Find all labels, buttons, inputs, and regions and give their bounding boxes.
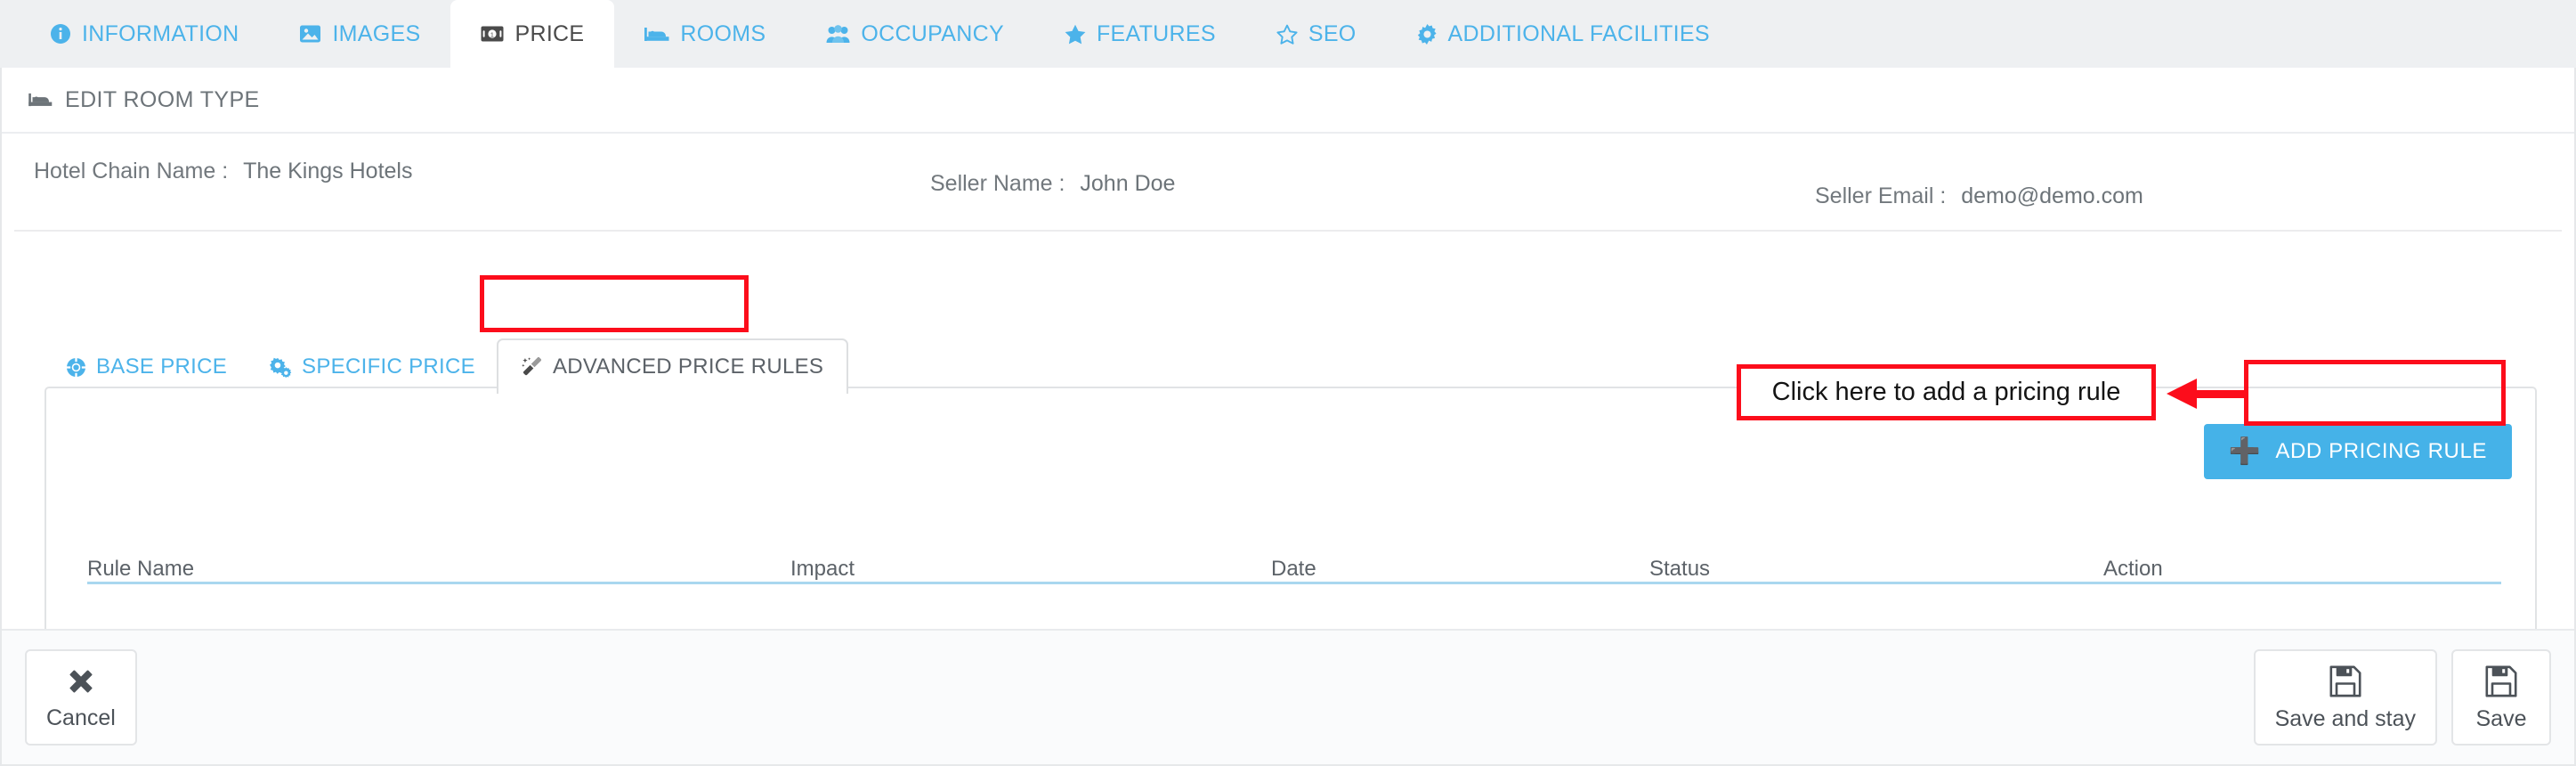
footer-right-actions: Save and stay Save (2253, 649, 2551, 746)
lifebuoy-icon (66, 356, 86, 378)
info-circle-icon (50, 23, 71, 45)
sub-tab-specific-price[interactable]: SPECIFIC PRICE (248, 340, 497, 394)
column-header-action: Action (2103, 557, 2163, 581)
tab-label: PRICE (514, 20, 585, 46)
star-icon (1065, 24, 1086, 45)
hotel-chain-name-label: Hotel Chain Name : (34, 159, 229, 183)
sub-tab-base-price[interactable]: BASE PRICE (45, 340, 248, 394)
hotel-chain-name-value: The Kings Hotels (243, 159, 413, 183)
edit-room-type-card: EDIT ROOM TYPE Hotel Chain Name : The Ki… (0, 68, 2576, 766)
plus-icon: ➕ (2228, 436, 2262, 466)
arrow-left-icon (2167, 379, 2197, 409)
tab-label: SEO (1308, 20, 1357, 46)
cancel-label: Cancel (46, 705, 116, 730)
seller-info-row: Hotel Chain Name : The Kings Hotels Sell… (14, 134, 2562, 232)
footer-left-actions: Cancel (25, 649, 137, 746)
tab-price[interactable]: 1 PRICE (450, 0, 615, 68)
floppy-disk-icon (2328, 664, 2363, 699)
tab-label: OCCUPANCY (861, 20, 1004, 46)
price-sub-tab-bar: BASE PRICE SPECIFIC PRICE ADVANCED PRICE… (45, 333, 849, 394)
tab-label: FEATURES (1096, 20, 1216, 46)
tab-label: INFORMATION (82, 20, 239, 46)
annotation-arrow-line (2195, 390, 2247, 398)
tab-label: ROOMS (680, 20, 766, 46)
seller-name-value: John Doe (1080, 171, 1176, 196)
sub-tab-label: BASE PRICE (96, 354, 228, 379)
column-header-rule-name[interactable]: Rule Name (87, 557, 790, 582)
users-icon (826, 24, 850, 44)
gear-icon (1417, 23, 1438, 45)
save-and-stay-button[interactable]: Save and stay (2253, 649, 2437, 746)
advanced-price-rules-panel: ➕ ADD PRICING RULE Rule Name Impact Date… (45, 387, 2537, 636)
tab-additional-facilities[interactable]: ADDITIONAL FACILITIES (1387, 0, 1740, 68)
annotation-callout: Click here to add a pricing rule (1737, 364, 2156, 420)
column-header-date[interactable]: Date (1271, 557, 1649, 582)
hotel-chain-name-field: Hotel Chain Name : The Kings Hotels (34, 159, 412, 184)
column-header-status[interactable]: Status (1649, 557, 2103, 582)
save-button[interactable]: Save (2451, 649, 2551, 746)
column-header-impact[interactable]: Impact (790, 557, 1271, 582)
sub-tab-advanced-price-rules[interactable]: ADVANCED PRICE RULES (496, 338, 849, 394)
pricing-rules-table: Rule Name Impact Date Status Action (87, 542, 2501, 584)
add-pricing-rule-button[interactable]: ➕ ADD PRICING RULE (2203, 424, 2512, 479)
seller-name-label: Seller Name : (930, 171, 1065, 196)
star-outline-icon (1276, 24, 1298, 45)
tab-features[interactable]: FEATURES (1034, 0, 1246, 68)
tab-seo[interactable]: SEO (1246, 0, 1387, 68)
main-tab-bar: INFORMATION IMAGES 1 PRICE ROOMS OCCUPAN… (0, 0, 2576, 68)
tab-label: IMAGES (332, 20, 421, 46)
sub-tab-label: SPECIFIC PRICE (302, 354, 475, 379)
bed-icon (644, 26, 669, 43)
image-icon (299, 24, 321, 44)
seller-name-field: Seller Name : John Doe (930, 171, 1175, 197)
save-label: Save (2475, 705, 2527, 731)
seller-email-value: demo@demo.com (1961, 183, 2143, 208)
annotation-callout-text: Click here to add a pricing rule (1771, 378, 2121, 406)
money-bill-icon: 1 (481, 26, 504, 42)
cancel-button[interactable]: Cancel (25, 649, 137, 746)
form-footer: Cancel Save and stay Save (2, 629, 2574, 764)
table-header-row: Rule Name Impact Date Status Action (87, 542, 2501, 584)
tab-rooms[interactable]: ROOMS (614, 0, 796, 68)
gears-icon (270, 357, 292, 378)
tab-label: ADDITIONAL FACILITIES (1447, 20, 1710, 46)
seller-email-label: Seller Email : (1815, 183, 1947, 208)
sub-tab-label: ADVANCED PRICE RULES (552, 354, 824, 379)
tab-images[interactable]: IMAGES (269, 0, 450, 68)
seller-email-field: Seller Email : demo@demo.com (1815, 183, 2143, 209)
close-icon (64, 664, 98, 698)
wand-icon (522, 356, 543, 378)
floppy-disk-icon (2483, 664, 2519, 699)
svg-text:1: 1 (490, 30, 495, 38)
tab-occupancy[interactable]: OCCUPANCY (796, 0, 1034, 68)
page-title: EDIT ROOM TYPE (65, 86, 260, 112)
tab-information[interactable]: INFORMATION (20, 0, 269, 68)
add-pricing-rule-label: ADD PRICING RULE (2275, 439, 2487, 463)
card-header: EDIT ROOM TYPE (2, 68, 2574, 134)
bed-icon (28, 92, 53, 108)
save-and-stay-label: Save and stay (2274, 705, 2416, 731)
edit-room-type-page: INFORMATION IMAGES 1 PRICE ROOMS OCCUPAN… (0, 0, 2576, 766)
